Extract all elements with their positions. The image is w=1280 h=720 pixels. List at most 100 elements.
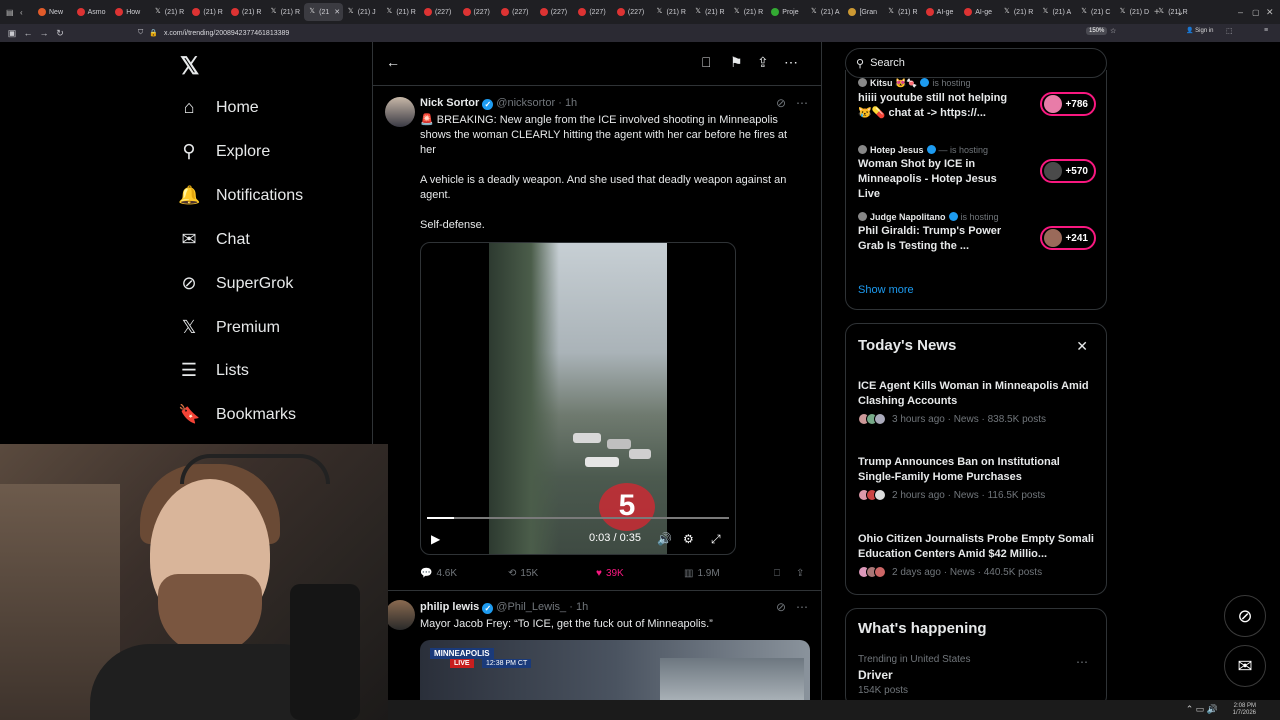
browser-tab[interactable]: Proje <box>767 3 806 21</box>
settings-gear-icon[interactable]: ⚙ <box>683 532 694 546</box>
more-options-icon[interactable]: ⋯ <box>796 96 808 110</box>
nav-item-premium[interactable]: 𝕏 Premium <box>178 317 280 338</box>
browser-tab[interactable]: Asmo <box>73 3 112 21</box>
zoom-level-badge[interactable]: 150% <box>1086 27 1108 35</box>
post-author[interactable]: Nick Sortor ✓ @nicksortor · 1h <box>420 97 577 110</box>
video-player[interactable]: 5 ▶ 0:03 / 0:35 🔊 ⚙ ⤢ <box>420 242 736 555</box>
post-nick-sortor[interactable]: Nick Sortor ✓ @nicksortor · 1h ⊘ ⋯ 🚨 BREAK… <box>373 88 821 588</box>
tray-icons[interactable]: ⌃ ▭ 🔊 <box>1186 704 1218 715</box>
window-maximize-button[interactable]: ▢ <box>1252 0 1260 24</box>
url-field[interactable]: ⛉ 🔒 x.com/i/trending/2008942377461813389 <box>138 27 1098 39</box>
news-item[interactable]: Trump Announces Ban on Institutional Sin… <box>858 455 1098 501</box>
browser-tab[interactable]: 𝕏 (21) R <box>729 3 768 21</box>
news-item[interactable]: ICE Agent Kills Woman in Minneapolis Ami… <box>858 379 1098 425</box>
tab-overview-icon[interactable]: ▤ <box>6 8 20 17</box>
browser-tab[interactable]: 𝕏 (21 ✕ <box>304 3 343 21</box>
tab-close-icon[interactable]: ✕ <box>334 8 340 16</box>
browser-tab[interactable]: 𝕏 (21) R <box>266 3 305 21</box>
nav-item-supergrok[interactable]: ⊘ SuperGrok <box>178 273 293 294</box>
like-button[interactable]: ♥ 39K <box>596 568 624 579</box>
browser-tab[interactable]: 𝕏 (21) D <box>1115 3 1154 21</box>
share-button[interactable]: ⇪ <box>796 568 804 579</box>
nav-item-home[interactable]: ⌂ Home <box>178 97 259 118</box>
live-space-item[interactable]: Judge Napolitano is hosting Phil Giraldi: … <box>858 212 1098 254</box>
messages-fab-button[interactable]: ✉ <box>1224 645 1266 687</box>
forward-button[interactable]: → <box>36 28 52 38</box>
more-options-icon[interactable]: ⋯ <box>796 600 808 614</box>
nav-item-lists[interactable]: ☰ Lists <box>178 360 249 381</box>
repost-button[interactable]: ⟲ 15K <box>508 568 538 579</box>
browser-tab[interactable]: 𝕏 (21) A <box>806 3 845 21</box>
browser-tab[interactable]: (21) R <box>227 3 266 21</box>
browser-tab[interactable]: AI-ge <box>960 3 999 21</box>
system-clock[interactable]: 2:08 PM 1/7/2026 <box>1233 703 1256 717</box>
live-space-item[interactable]: Kitsu 😻🍬 is hosting hiiii youtube still no… <box>858 78 1098 121</box>
nav-item-chat[interactable]: ✉ Chat <box>178 229 249 250</box>
bookmark-star-icon[interactable]: ☆ <box>1110 27 1116 35</box>
browser-tab[interactable]: 𝕏 (21) A <box>1037 3 1076 21</box>
post-author[interactable]: philip lewis ✓ @Phil_Lewis_ · 1h <box>420 601 588 614</box>
grok-icon[interactable]: ⊘ <box>776 600 786 614</box>
browser-tab[interactable]: 𝕏 (21) J <box>343 3 382 21</box>
browser-tab[interactable]: 𝕏 (21) R <box>690 3 729 21</box>
sign-in-button[interactable]: 👤 Sign in <box>1186 27 1214 34</box>
extensions-icon[interactable]: ⬚ <box>1226 27 1233 35</box>
new-tab-button[interactable]: + <box>1154 0 1160 24</box>
grok-icon[interactable]: ⊘ <box>776 96 786 110</box>
browser-tab[interactable]: (227) <box>536 3 575 21</box>
browser-tab[interactable]: 𝕏 (21) R <box>381 3 420 21</box>
menu-icon[interactable]: ≡ <box>1264 27 1268 34</box>
trend-name[interactable]: Driver <box>858 668 893 682</box>
browser-tab[interactable]: (21) R <box>188 3 227 21</box>
listener-count[interactable]: +786 <box>1040 92 1096 116</box>
bookmark-button[interactable]: ⎕ <box>774 568 780 579</box>
browser-tab[interactable]: 𝕏 (21) R <box>150 3 189 21</box>
news-item[interactable]: Ohio Citizen Journalists Probe Empty Som… <box>858 532 1098 578</box>
share-icon[interactable]: ⇪ <box>757 54 769 71</box>
window-minimize-button[interactable]: – <box>1238 0 1243 24</box>
listener-count[interactable]: +241 <box>1040 226 1096 250</box>
browser-tab[interactable]: (227) <box>613 3 652 21</box>
live-space-item[interactable]: Hotep Jesus — is hosting Woman Shot by ICE… <box>858 145 1098 202</box>
browser-tab[interactable]: 𝕏 (21) R <box>883 3 922 21</box>
post-media[interactable]: MINNEAPOLIS LIVE 12:38 PM CT <box>420 640 810 700</box>
browser-tab[interactable]: (227) <box>459 3 498 21</box>
grok-fab-button[interactable]: ⊘ <box>1224 595 1266 637</box>
browser-tab[interactable]: [Gran <box>844 3 883 21</box>
reply-button[interactable]: 💬 4.6K <box>420 568 457 579</box>
views-button[interactable]: ▥ 1.9M <box>684 568 720 579</box>
show-more-link[interactable]: Show more <box>858 284 914 296</box>
browser-tab[interactable]: (227) <box>420 3 459 21</box>
sidebar-toggle-icon[interactable]: ▣ <box>4 28 20 39</box>
browser-tab[interactable]: 𝕏 (21) R <box>999 3 1038 21</box>
nav-item-bookmarks[interactable]: 🔖 Bookmarks <box>178 404 296 425</box>
back-arrow-icon[interactable]: ← <box>386 54 400 70</box>
back-button[interactable]: ← <box>20 28 36 38</box>
browser-tab[interactable]: (227) <box>574 3 613 21</box>
volume-icon[interactable]: 🔊 <box>657 532 672 546</box>
window-close-button[interactable]: ✕ <box>1266 0 1274 24</box>
more-options-icon[interactable]: ⋯ <box>1076 655 1088 669</box>
flag-icon[interactable]: ⚑ <box>730 54 743 71</box>
browser-tab[interactable]: (227) <box>497 3 536 21</box>
x-logo-icon[interactable]: 𝕏 <box>180 52 199 81</box>
browser-tab[interactable]: How <box>111 3 150 21</box>
browser-tab[interactable]: 𝕏 (21) R <box>652 3 691 21</box>
browser-tab[interactable]: New <box>34 3 73 21</box>
post-philip-lewis[interactable]: philip lewis ✓ @Phil_Lewis_ · 1h ⊘ ⋯ Mayor… <box>373 592 821 700</box>
avatar[interactable] <box>385 600 415 630</box>
listener-count[interactable]: +570 <box>1040 159 1096 183</box>
avatar[interactable] <box>385 97 415 127</box>
fullscreen-icon[interactable]: ⤢ <box>711 532 721 547</box>
close-icon[interactable]: ✕ <box>1076 338 1088 355</box>
video-progress-bar[interactable] <box>427 517 729 519</box>
nav-item-explore[interactable]: ⚲ Explore <box>178 141 270 162</box>
nav-item-notifications[interactable]: 🔔 Notifications <box>178 185 303 206</box>
browser-tab[interactable]: AI-ge <box>922 3 961 21</box>
play-icon[interactable]: ▶ <box>431 532 440 546</box>
reload-button[interactable]: ↻ <box>52 28 68 39</box>
tab-list-chevron-icon[interactable]: ⌄ <box>1176 0 1184 24</box>
bookmark-icon[interactable]: ⎕ <box>702 54 710 71</box>
more-options-icon[interactable]: ⋯ <box>784 54 798 71</box>
tab-back-icon[interactable]: ‹ <box>20 8 34 17</box>
